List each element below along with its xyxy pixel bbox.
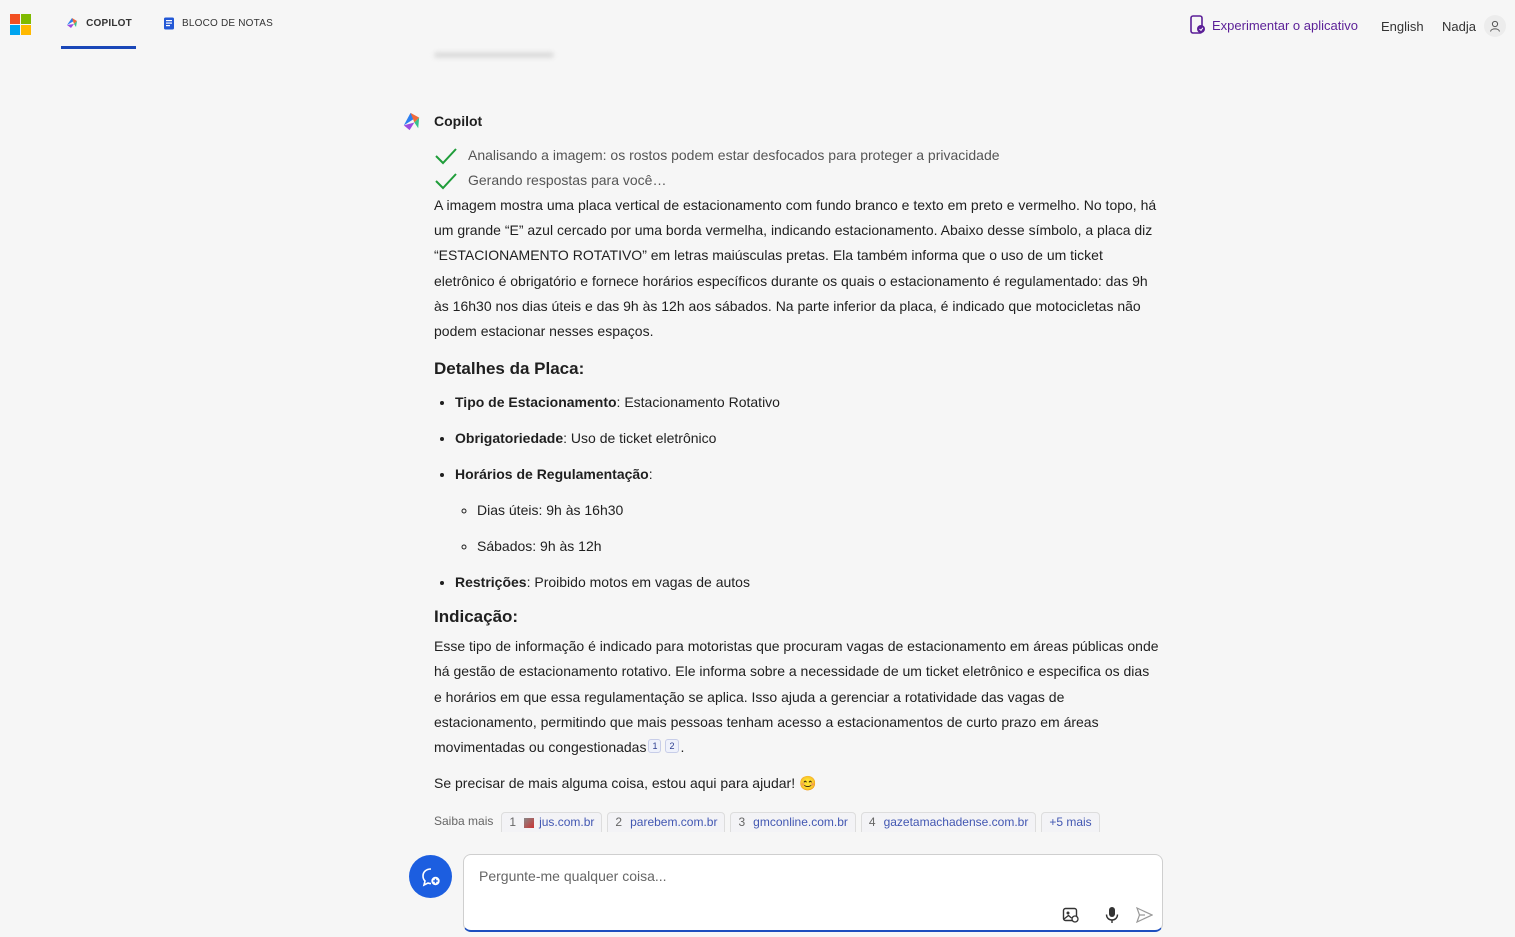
source-domain: gazetamachadense.com.br [883,814,1029,829]
tab-copilot[interactable]: COPILOT [61,0,136,49]
progress-step: Analisando a imagem: os rostos podem est… [434,143,1160,168]
progress-step: Gerando respostas para você… [434,168,1160,193]
language-button[interactable]: English [1381,19,1424,34]
tab-copilot-label: COPILOT [86,17,132,29]
new-chat-icon [421,867,440,886]
top-bar: COPILOT BLOCO DE NOTAS Experimentar o ap… [0,0,1515,52]
source-number: 4 [868,814,876,829]
closing-paragraph: Se precisar de mais alguma coisa, estou … [434,775,817,792]
source-link-4[interactable]: 4 gazetamachadense.com.br [860,812,1037,833]
new-topic-button[interactable] [409,855,452,898]
source-number: 2 [615,814,623,829]
details-list: Tipo de Estacionamento: Estacionamento R… [434,390,1160,595]
chat-input[interactable] [477,867,1141,885]
learn-more-label: Saiba mais [434,814,494,829]
detail-label: Tipo de Estacionamento [455,394,617,411]
indication-paragraph: Esse tipo de informação é indicado para … [434,638,1159,756]
detail-value: : [648,466,653,483]
microphone-icon [1105,907,1119,923]
checkmark-icon [435,172,457,189]
blurred-previous-message [434,52,554,58]
source-link-2[interactable]: 2 parebem.com.br [607,812,726,833]
image-upload-button[interactable] [1061,905,1081,925]
intro-paragraph: A imagem mostra uma placa vertical de es… [434,197,1157,340]
source-number: 1 [509,814,517,829]
indication-heading: Indicação: [434,607,519,627]
notebook-icon [164,17,174,29]
checkmark-icon [435,147,457,164]
tab-notebook[interactable]: BLOCO DE NOTAS [163,0,273,46]
citation-1[interactable]: 1 [648,739,662,754]
detail-label: Obrigatoriedade [455,430,564,447]
list-item: Restrições: Proibido motos em vagas de a… [455,570,1160,595]
indication-text: Esse tipo de informação é indicado para … [434,638,1159,756]
step-text: Analisando a imagem: os rostos podem est… [468,146,1000,163]
list-item: Obrigatoriedade: Uso de ticket eletrônic… [455,426,1160,451]
list-item: Dias úteis: 9h às 16h30 [477,498,1160,523]
phone-app-icon [1190,15,1205,34]
chat-composer [463,854,1163,932]
details-heading: Detalhes da Placa: [434,359,585,379]
send-button[interactable] [1134,905,1154,925]
list-item: Horários de Regulamentação: Dias úteis: … [455,462,1160,559]
user-avatar-icon[interactable] [1484,15,1506,37]
more-sources-button[interactable]: +5 mais [1041,812,1100,833]
user-name[interactable]: Nadja [1442,19,1476,34]
message-author: Copilot [434,113,483,129]
source-domain: jus.com.br [539,814,595,829]
detail-label: Horários de Regulamentação [455,466,649,483]
copilot-message: Copilot Analisando a imagem: os rostos p… [400,108,1160,835]
microphone-button[interactable] [1102,905,1122,925]
schedule-list: Dias úteis: 9h às 16h30 Sábados: 9h às 1… [455,498,1160,559]
send-icon [1135,907,1153,923]
source-link-3[interactable]: 3 gmconline.com.br [730,812,856,833]
tab-notebook-label: BLOCO DE NOTAS [182,17,273,29]
list-item: Tipo de Estacionamento: Estacionamento R… [455,390,1160,415]
detail-label: Restrições [455,574,527,591]
detail-value: : Proibido motos em vagas de autos [526,574,750,591]
microsoft-logo[interactable] [10,14,32,36]
favicon-icon [524,817,535,828]
copilot-logo-icon [403,112,420,130]
source-link-1[interactable]: 1 jus.com.br [501,812,603,833]
step-text: Gerando respostas para você… [468,171,667,188]
detail-value: : Uso de ticket eletrônico [563,430,717,447]
try-app-link[interactable]: Experimentar o aplicativo [1189,15,1358,35]
source-number: 3 [738,814,746,829]
source-domain: parebem.com.br [630,814,718,829]
message-content: Analisando a imagem: os rostos podem est… [434,143,1160,835]
learn-more-bar: Saiba mais 1 jus.com.br 2 parebem.com.br… [434,809,1160,834]
message-header: Copilot [400,108,1160,134]
list-item: Sábados: 9h às 12h [477,534,1160,559]
citation-2[interactable]: 2 [665,739,679,754]
try-app-label: Experimentar o aplicativo [1212,17,1358,33]
copilot-icon [67,18,78,28]
source-domain: gmconline.com.br [753,814,848,829]
image-search-icon [1062,907,1079,923]
detail-value: : Estacionamento Rotativo [616,394,780,411]
